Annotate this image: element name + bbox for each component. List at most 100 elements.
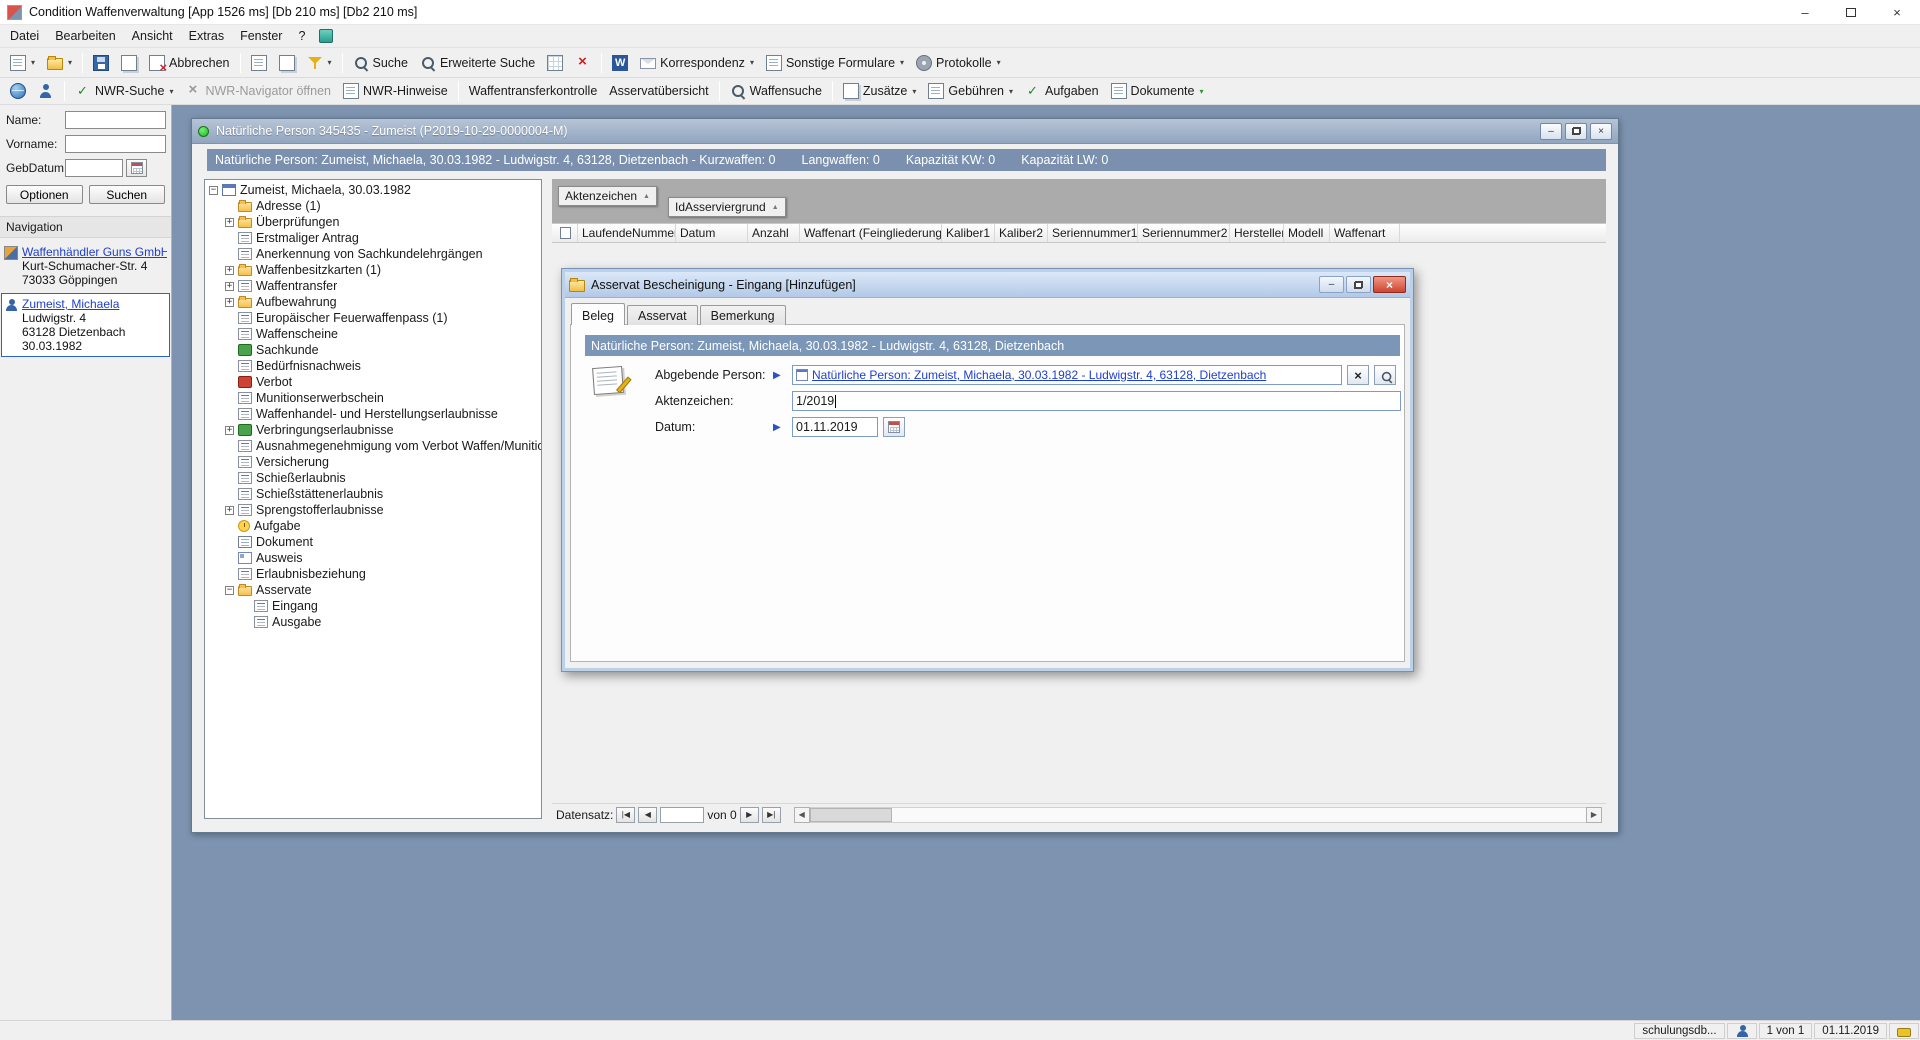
next-record-button[interactable]: ▶ [740,807,759,823]
waffensuche-button[interactable]: Waffensuche [724,79,828,103]
child-restore-button[interactable] [1565,123,1587,140]
column-header[interactable]: Hersteller [1230,224,1284,242]
dialog-maximize-button[interactable] [1346,276,1371,293]
new-button[interactable]: ▾ [4,51,41,75]
column-header[interactable]: Anzahl [748,224,800,242]
nav-entry[interactable]: Zumeist, MichaelaLudwigstr. 463128 Dietz… [1,293,170,357]
korrespondenz-button[interactable]: Korrespondenz▾ [634,51,760,75]
tree-item[interactable]: Dokument [205,534,541,550]
scrollbar-track[interactable] [810,807,1586,823]
collapse-icon[interactable]: − [209,186,218,195]
gebdatum-input[interactable] [65,159,123,177]
tree-item[interactable]: Versicherung [205,454,541,470]
menu-item-Bearbeiten[interactable]: Bearbeiten [47,25,123,47]
tab-Beleg[interactable]: Beleg [571,303,625,325]
lookup-person-button[interactable] [1374,365,1396,385]
column-header[interactable]: LaufendeNummer [578,224,676,242]
tree-item[interactable]: +Überprüfungen [205,214,541,230]
gebuehren-button[interactable]: Gebühren▾ [922,79,1019,103]
grid-view-button[interactable] [541,51,569,75]
dokumente-button[interactable]: Dokumente▾ [1105,79,1210,103]
tree-item[interactable]: Erstmaliger Antrag [205,230,541,246]
column-header[interactable]: Kaliber1 [942,224,995,242]
tree-item[interactable]: Schießstättenerlaubnis [205,486,541,502]
tree-item[interactable]: Waffenhandel- und Herstellungserlaubniss… [205,406,541,422]
tree-item[interactable]: +Waffenbesitzkarten (1) [205,262,541,278]
nwr-person-button[interactable] [32,79,60,103]
first-record-button[interactable]: |◀ [616,807,635,823]
waffentransferkontrolle-button[interactable]: Waffentransferkontrolle [463,79,604,103]
optionen-button[interactable]: Optionen [6,185,83,204]
nav-entry-line[interactable]: Waffenhändler Guns GmbH [22,245,167,259]
tree-item[interactable]: Verbot [205,374,541,390]
protokolle-button[interactable]: Protokolle▾ [910,51,1007,75]
expand-icon[interactable]: + [225,298,234,307]
expand-icon[interactable]: + [225,266,234,275]
tree-item[interactable]: Erlaubnisbeziehung [205,566,541,582]
tree-item[interactable]: Adresse (1) [205,198,541,214]
expand-icon[interactable]: + [225,426,234,435]
scroll-left-button[interactable]: ◀ [794,807,810,823]
tree-item[interactable]: +Verbringungserlaubnisse [205,422,541,438]
column-header[interactable]: Modell [1284,224,1330,242]
asservatuebersicht-button[interactable]: Asservatübersicht [603,79,714,103]
tree-item[interactable]: −Asservate [205,582,541,598]
last-record-button[interactable]: ▶| [762,807,781,823]
column-header[interactable]: Datum [676,224,748,242]
tree-item[interactable]: +Aufbewahrung [205,294,541,310]
save-button[interactable] [87,51,115,75]
tree-item[interactable]: Ausgabe [205,614,541,630]
tree-item[interactable]: Sachkunde [205,342,541,358]
groupby-aktenzeichen[interactable]: Aktenzeichen ▲ [558,186,657,206]
tree-item[interactable]: +Waffentransfer [205,278,541,294]
tree-item[interactable]: Ausnahmegenehmigung vom Verbot Waffen/Mu… [205,438,541,454]
tree-item[interactable]: −Zumeist, Michaela, 30.03.1982 [205,182,541,198]
nwr-globe-button[interactable] [4,79,32,103]
menu-item-Fenster[interactable]: Fenster [232,25,290,47]
expand-icon[interactable]: + [225,218,234,227]
record-number-input[interactable] [660,807,704,823]
row-selector-column[interactable] [552,224,578,242]
vorname-input[interactable] [65,135,166,153]
tree-item[interactable]: Bedürfnisnachweis [205,358,541,374]
datum-input[interactable]: 01.11.2019 [792,417,878,437]
suchen-button[interactable]: Suchen [89,185,166,204]
abbrechen-button[interactable]: Abbrechen [143,51,235,75]
name-input[interactable] [65,111,166,129]
erweiterte-suche-button[interactable]: Erweiterte Suche [414,51,541,75]
child-minimize-button[interactable]: – [1540,123,1562,140]
zusaetze-button[interactable]: Zusätze▾ [837,79,922,103]
tree-item[interactable]: Schießerlaubnis [205,470,541,486]
tree-item[interactable]: Europäischer Feuerwaffenpass (1) [205,310,541,326]
column-header[interactable]: Kaliber2 [995,224,1048,242]
nwr-hinweise-button[interactable]: NWR-Hinweise [337,79,454,103]
tree-item[interactable]: Aufgabe [205,518,541,534]
tree-item[interactable]: Ausweis [205,550,541,566]
suche-button[interactable]: Suche [347,51,414,75]
tree-item[interactable]: Anerkennung von Sachkundelehrgängen [205,246,541,262]
horizontal-scrollbar[interactable]: ◀ ▶ [794,807,1602,823]
filter-button[interactable]: ▾ [301,51,338,75]
copy-button[interactable] [245,51,273,75]
open-button[interactable]: ▾ [41,51,78,75]
groupby-idasserviergrund[interactable]: IdAsserviergrund ▲ [668,197,786,217]
aktenzeichen-input[interactable]: 1/2019 [792,391,1401,411]
save-all-button[interactable] [115,51,143,75]
aufgaben-button[interactable]: Aufgaben [1019,79,1105,103]
child-close-button[interactable]: × [1590,123,1612,140]
menu-item-Extras[interactable]: Extras [181,25,232,47]
datum-calendar-button[interactable] [883,417,905,437]
tree-item[interactable]: +Sprengstofferlaubnisse [205,502,541,518]
column-header[interactable]: Waffenart [1330,224,1400,242]
collapse-icon[interactable]: − [225,586,234,595]
clear-person-button[interactable]: × [1347,365,1369,385]
nav-entry-line[interactable]: Zumeist, Michaela [22,297,125,311]
previous-record-button[interactable]: ◀ [638,807,657,823]
close-button[interactable]: × [1874,0,1920,24]
tab-Bemerkung[interactable]: Bemerkung [700,305,786,325]
tree-item[interactable]: Eingang [205,598,541,614]
scroll-right-button[interactable]: ▶ [1586,807,1602,823]
scrollbar-thumb[interactable] [810,808,892,822]
menu-item-Datei[interactable]: Datei [2,25,47,47]
abgebende-person-field[interactable]: Natürliche Person: Zumeist, Michaela, 30… [792,365,1342,385]
